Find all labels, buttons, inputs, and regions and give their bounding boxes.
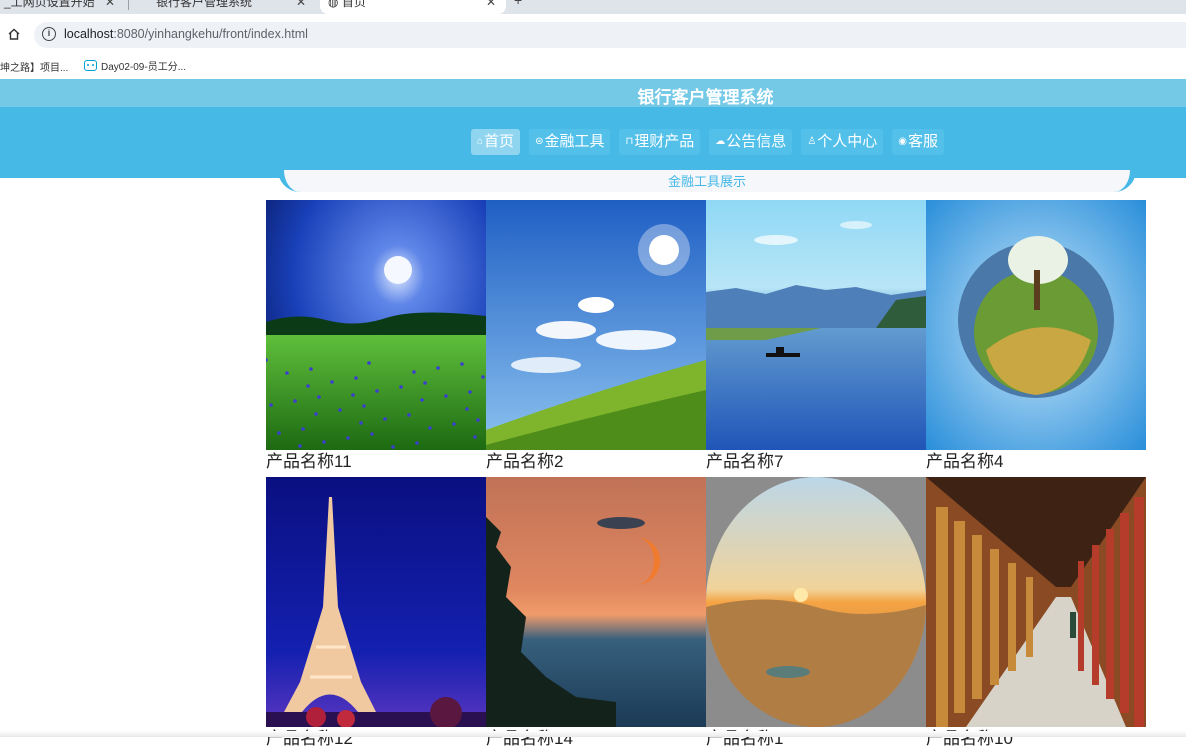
product-image[interactable] [926,477,1146,727]
bilibili-icon [84,60,97,71]
tab-title: _工网页设置开始 [4,0,95,9]
product-image[interactable] [706,477,926,727]
url-text[interactable]: localhost:8080/yinhangkehu/front/index.h… [64,27,308,41]
browser-tab[interactable]: _工网页设置开始 ✕ [0,0,125,14]
nav-item-label: 个人中心 [817,133,878,150]
browser-tab[interactable]: 银行客户管理系统 ✕ [138,0,316,14]
bookmark-item[interactable]: 坤之路】项目... [0,59,68,74]
site-title-bar: 银行客户管理系统 [0,79,1186,107]
product-card[interactable]: 产品名称10 [926,477,1146,754]
product-card[interactable]: 产品名称2 [486,200,706,477]
url-host: localhost [64,27,114,41]
nav-items: ⌂ 首页 ⊜ 金融工具 ⊓ 理财产品 ☁ 公告信息 ♙ 个人中心 ◉ 客服 [471,129,945,155]
close-icon[interactable]: ✕ [105,0,115,12]
nav-item-label: 公告信息 [726,133,787,150]
new-tab-icon[interactable]: + [514,0,522,8]
nav-item-3[interactable]: ☁ 公告信息 [709,129,793,155]
product-card[interactable]: 产品名称12 [266,477,486,754]
browser-tab-strip: _工网页设置开始 ✕ 银行客户管理系统 ✕ ◍ 首页 ✕ + [0,0,1186,14]
nav-item-4[interactable]: ♙ 个人中心 [801,129,884,155]
product-name[interactable]: 产品名称7 [706,450,926,477]
nav-item-label: 理财产品 [634,133,695,150]
nav-item-label: 客服 [908,133,939,150]
home-icon: ⌂ [477,136,484,147]
product-image[interactable] [266,477,486,727]
product-name[interactable]: 产品名称4 [926,450,1146,477]
product-card[interactable]: 产品名称7 [706,200,926,477]
product-image[interactable] [926,200,1146,450]
nav-item-2[interactable]: ⊓ 理财产品 [619,129,701,155]
nav-item-1[interactable]: ⊜ 金融工具 [529,129,611,155]
info-icon[interactable]: i [42,27,56,41]
globe-icon: ◍ [328,0,342,9]
url-path: :8080/yinhangkehu/front/index.html [113,27,308,41]
product-image[interactable] [486,200,706,450]
main-nav: ⌂ 首页 ⊜ 金融工具 ⊓ 理财产品 ☁ 公告信息 ♙ 个人中心 ◉ 客服 [0,107,1186,178]
product-card[interactable]: 产品名称4 [926,200,1146,477]
home-icon[interactable] [6,26,22,42]
browser-tab-active[interactable]: ◍ 首页 ✕ [320,0,506,14]
book-icon: ⊓ [625,136,634,147]
address-bar: i localhost:8080/yinhangkehu/front/index… [0,14,1186,52]
nav-item-label: 金融工具 [544,133,605,150]
product-card[interactable]: 产品名称1 [706,477,926,754]
product-name[interactable]: 产品名称2 [486,450,706,477]
product-name[interactable]: 产品名称11 [266,450,486,477]
product-image[interactable] [706,200,926,450]
close-icon[interactable]: ✕ [296,0,306,12]
cloud-icon: ☁ [715,136,726,147]
product-card[interactable]: 产品名称11 [266,200,486,477]
url-field[interactable]: i localhost:8080/yinhangkehu/front/index… [34,22,1186,48]
site-title: 银行客户管理系统 [637,88,774,107]
bookmarks-bar: 坤之路】项目... Day02-09-员工分... [0,52,1186,79]
close-icon[interactable]: ✕ [486,0,496,12]
nav-item-0[interactable]: ⌂ 首页 [471,129,521,155]
tab-separator [128,0,129,10]
tab-title: 银行客户管理系统 [156,0,253,9]
bottom-edge [0,731,1186,737]
service-icon: ◉ [898,136,908,147]
bookmark-item[interactable]: Day02-09-员工分... [84,58,186,73]
bookmark-label: Day02-09-员工分... [101,62,187,73]
section-title: 金融工具展示 [667,174,746,189]
nav-item-label: 首页 [484,133,515,150]
tab-title: 首页 [341,0,366,9]
finance-tool-icon: ⊜ [535,136,544,147]
product-card[interactable]: 产品名称14 [486,477,706,754]
product-image[interactable] [486,477,706,727]
user-icon: ♙ [807,136,817,147]
product-image[interactable] [266,200,486,450]
section-banner: 金融工具展示 [278,170,1136,192]
nav-item-5[interactable]: ◉ 客服 [892,129,945,155]
